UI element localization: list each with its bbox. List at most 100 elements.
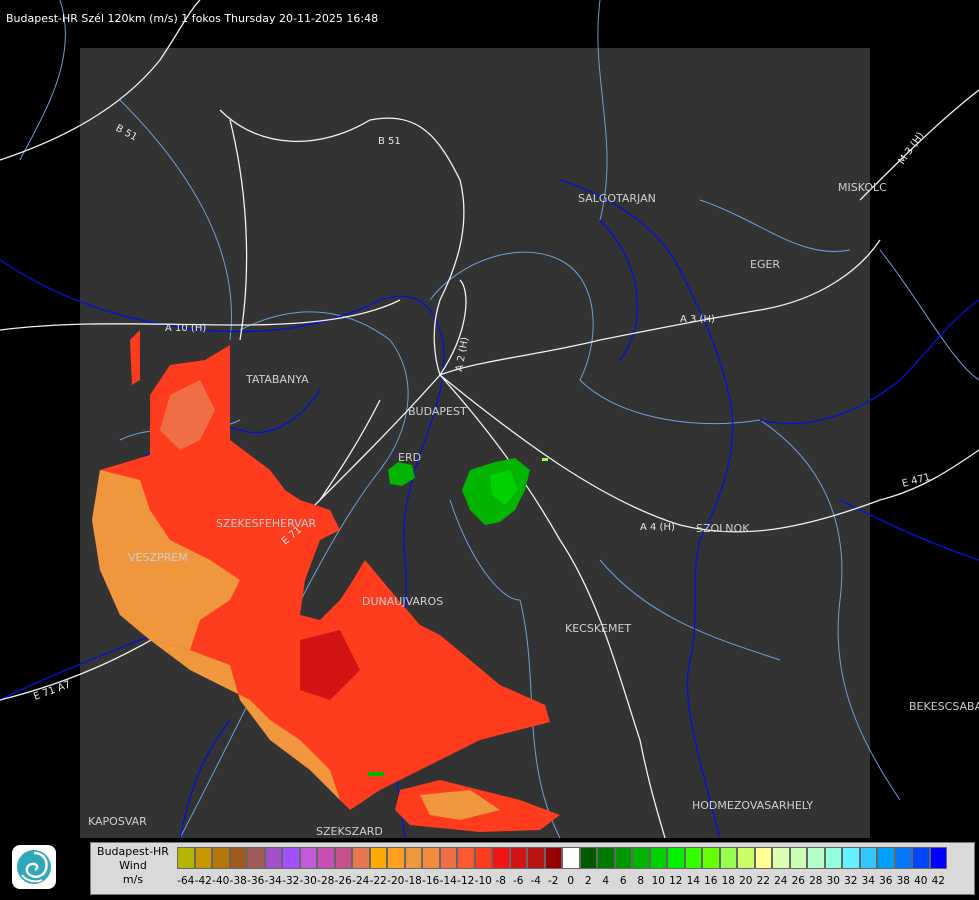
- legend-swatch: [352, 847, 370, 869]
- legend-value: 32: [844, 875, 858, 887]
- legend-swatch: [702, 847, 720, 869]
- city-label: HODMEZOVASARHELY: [692, 799, 813, 812]
- legend-value: -40: [212, 875, 230, 887]
- legend-swatch: [527, 847, 545, 869]
- legend-swatch: [894, 847, 912, 869]
- legend-value: -24: [352, 875, 370, 887]
- city-label: SALGOTARJAN: [578, 192, 656, 205]
- legend-swatch: [562, 847, 580, 869]
- legend-value: -38: [229, 875, 247, 887]
- legend-title-line2: Wind: [119, 859, 147, 872]
- legend-value: 40: [914, 875, 928, 887]
- legend-swatch: [194, 847, 212, 869]
- legend-value: 24: [774, 875, 788, 887]
- legend-value: -6: [513, 875, 524, 887]
- color-legend: Budapest-HR Wind m/s -64 -42 -40 -38 -36 -34-…: [90, 842, 975, 895]
- legend-value: -64: [177, 875, 195, 887]
- legend-value: -42: [194, 875, 212, 887]
- legend-swatch: [632, 847, 650, 869]
- legend-value: 12: [669, 875, 683, 887]
- city-label: DUNAUJVAROS: [362, 595, 443, 608]
- legend-title: Budapest-HR Wind m/s: [91, 845, 175, 887]
- legend-value: 42: [931, 875, 945, 887]
- legend-swatch: [929, 847, 947, 869]
- legend-value: -4: [530, 875, 541, 887]
- road-label: A 10 (H): [165, 323, 206, 334]
- legend-swatch: [229, 847, 247, 869]
- legend-swatch: [247, 847, 265, 869]
- legend-swatch: [492, 847, 510, 869]
- city-label: SZEKSZARD: [316, 825, 383, 838]
- legend-swatch: [667, 847, 685, 869]
- legend-value: 38: [896, 875, 910, 887]
- city-label: MISKOLC: [838, 181, 887, 194]
- legend-swatch: [754, 847, 772, 869]
- legend-value: 36: [879, 875, 893, 887]
- legend-value: -10: [474, 875, 492, 887]
- legend-swatch: [212, 847, 230, 869]
- legend-swatch: [789, 847, 807, 869]
- city-label: VESZPREM: [128, 551, 188, 564]
- city-label: SZEKESFEHERVAR: [216, 517, 317, 530]
- legend-value: -18: [404, 875, 422, 887]
- legend-value: -28: [317, 875, 335, 887]
- legend-value: 34: [861, 875, 875, 887]
- legend-swatch: [439, 847, 457, 869]
- legend-swatch: [387, 847, 405, 869]
- legend-value: -20: [387, 875, 405, 887]
- radar-map: SALGOTARJAN MISKOLC EGER TATABANYA BUDAP…: [0, 0, 979, 840]
- legend-value: 16: [704, 875, 718, 887]
- legend-swatch: [807, 847, 825, 869]
- city-label: ERD: [398, 451, 421, 464]
- legend-swatch: [509, 847, 527, 869]
- legend-value: 8: [637, 875, 645, 887]
- legend-swatch: [737, 847, 755, 869]
- legend-swatch: [649, 847, 667, 869]
- legend-swatch: [369, 847, 387, 869]
- city-label: SZOLNOK: [696, 522, 750, 535]
- legend-value: 14: [686, 875, 700, 887]
- legend-swatch: [614, 847, 632, 869]
- legend-value: 10: [651, 875, 665, 887]
- city-label: KAPOSVAR: [88, 815, 147, 828]
- legend-value: 22: [756, 875, 770, 887]
- city-label: EGER: [750, 258, 780, 271]
- legend-value: -26: [334, 875, 352, 887]
- legend-value: -30: [299, 875, 317, 887]
- road-label: A 3 (H): [680, 314, 715, 325]
- legend-title-line1: Budapest-HR: [97, 845, 169, 858]
- legend-title-line3: m/s: [122, 873, 144, 886]
- legend-swatch: [772, 847, 790, 869]
- legend-values: -64 -42 -40 -38 -36 -34 -32 -30 -28 -26 -24 -22 -20-…: [177, 875, 947, 891]
- city-label: BEKESCSABA: [909, 700, 979, 713]
- legend-value: 0: [567, 875, 575, 887]
- legend-swatch: [457, 847, 475, 869]
- legend-swatch: [404, 847, 422, 869]
- legend-value: -22: [369, 875, 387, 887]
- legend-swatch: [422, 847, 440, 869]
- legend-swatch: [877, 847, 895, 869]
- road-label: A 4 (H): [640, 522, 675, 533]
- city-label: KECSKEMET: [565, 622, 631, 635]
- legend-swatch: [597, 847, 615, 869]
- legend-value: -8: [495, 875, 506, 887]
- legend-swatch: [544, 847, 562, 869]
- road-label: B 51: [378, 136, 401, 147]
- legend-value: 2: [584, 875, 592, 887]
- legend-value: 4: [602, 875, 610, 887]
- legend-swatch: [282, 847, 300, 869]
- legend-swatch: [579, 847, 597, 869]
- legend-value: -36: [247, 875, 265, 887]
- legend-value: -12: [457, 875, 475, 887]
- radar-product-title: Budapest-HR Szél 120km (m/s) 1 fokos Thu…: [6, 12, 379, 25]
- legend-swatch: [474, 847, 492, 869]
- radar-service-logo-icon: [12, 845, 56, 889]
- legend-value: 30: [826, 875, 840, 887]
- legend-swatch: [334, 847, 352, 869]
- legend-value: -34: [264, 875, 282, 887]
- legend-value: -14: [439, 875, 457, 887]
- legend-swatch: [912, 847, 930, 869]
- city-label: BUDAPEST: [408, 405, 467, 418]
- legend-value: -32: [282, 875, 300, 887]
- city-label: TATABANYA: [245, 373, 309, 386]
